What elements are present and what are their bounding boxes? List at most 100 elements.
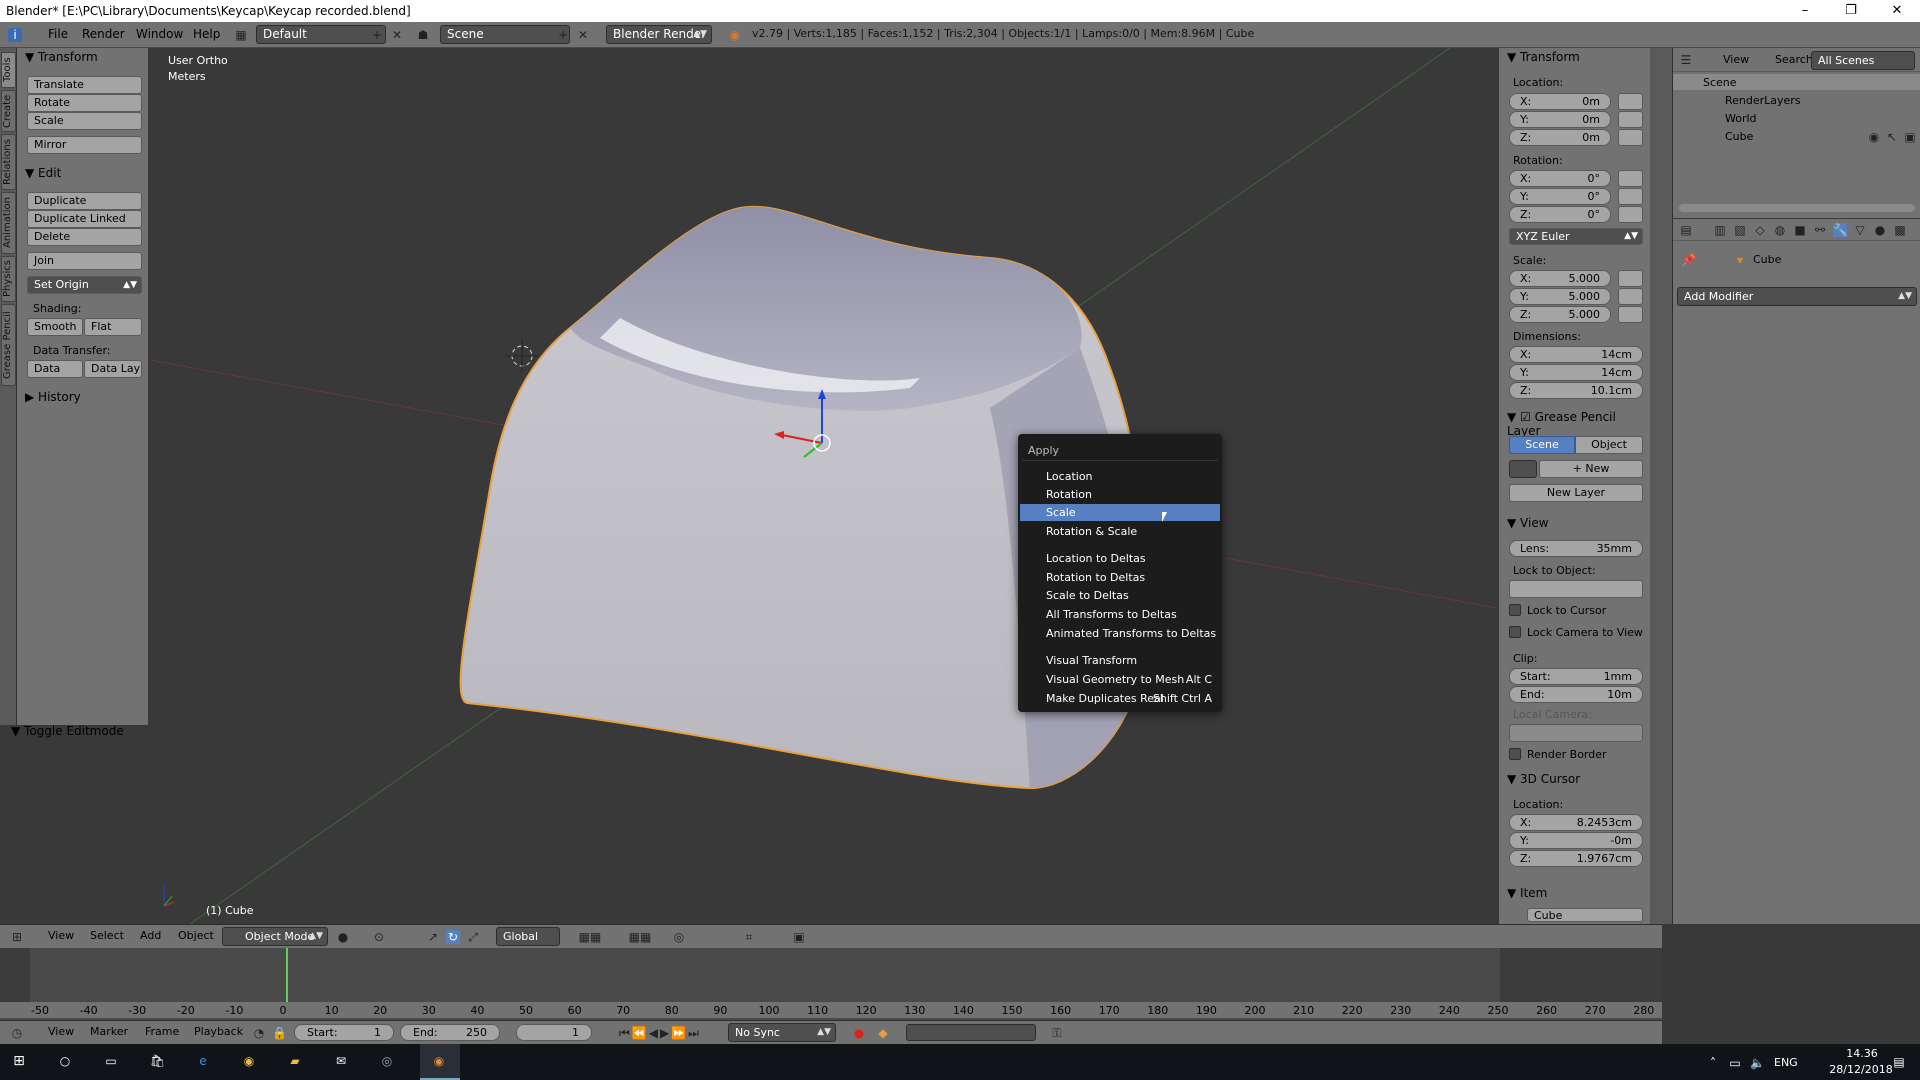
lock-scale-y-icon[interactable] (1618, 288, 1643, 305)
translate-manipulator-icon[interactable]: ↗ (426, 930, 440, 944)
dimensions-y-field[interactable]: Y: 14cm (1509, 364, 1643, 381)
scale-y-field[interactable]: Y: 5.000 (1509, 288, 1611, 305)
outliner-search-menu[interactable]: Search (1775, 53, 1813, 66)
edit-panel-header[interactable]: ▼ Edit (25, 166, 61, 180)
timeline[interactable]: -50 -40 -30 -20 -10 0 10 20 30 40 50 60 70 80 90 100 110… (0, 948, 1662, 1028)
snap-icon[interactable]: ⌗ (742, 930, 756, 944)
object-tab-icon[interactable]: ■ (1793, 223, 1807, 237)
view-menu[interactable]: View (48, 929, 74, 942)
cursor-y-field[interactable]: Y: -0m (1509, 832, 1643, 849)
mode-dropdown[interactable]: Object Mode ▲▼ (222, 927, 328, 946)
render-layers-tab-icon[interactable]: ▧ (1733, 223, 1747, 237)
flat-button[interactable]: Flat (84, 318, 142, 336)
3d-viewport[interactable]: User Ortho Meters (1) Cube (150, 48, 1497, 924)
tree-scene[interactable]: Scene (1703, 76, 1737, 89)
region-scrollbar[interactable] (1650, 48, 1672, 924)
scale-z-field[interactable]: Z: 5.000 (1509, 306, 1611, 323)
lock-location-y-icon[interactable] (1618, 111, 1643, 128)
translate-button[interactable]: Translate (27, 76, 142, 94)
lock-location-x-icon[interactable] (1618, 93, 1643, 110)
item-panel-header[interactable]: ▼ Item (1507, 886, 1547, 900)
render-border-checkbox[interactable] (1509, 748, 1521, 760)
history-panel-header[interactable]: ▶ History (25, 390, 81, 404)
minimize-button[interactable]: – (1782, 0, 1828, 22)
selectable-arrow-icon[interactable]: ↖ (1885, 130, 1899, 144)
rotation-x-field[interactable]: X: 0° (1509, 170, 1611, 187)
network-icon[interactable]: ▭ (1728, 1056, 1742, 1070)
record-icon[interactable]: ● (852, 1026, 866, 1040)
menu-item-visual-geometry-to-mesh[interactable]: Visual Geometry to Mesh (1046, 673, 1184, 686)
edge-icon[interactable]: e (196, 1054, 210, 1068)
timeline-view-menu[interactable]: View (48, 1025, 74, 1038)
keyframe-icon[interactable]: ◆ (876, 1026, 890, 1040)
join-button[interactable]: Join (27, 252, 142, 270)
steam-icon[interactable]: ◎ (380, 1054, 394, 1068)
current-frame-marker[interactable] (286, 948, 288, 1006)
chrome-icon[interactable]: ◉ (242, 1054, 256, 1068)
tab-physics[interactable]: Physics (1, 256, 16, 302)
lock-object-field[interactable] (1509, 580, 1643, 598)
pencil-datablock-icon[interactable] (1509, 460, 1537, 478)
info-editor-icon[interactable]: i (8, 28, 22, 42)
select-menu[interactable]: Select (90, 929, 124, 942)
layers-grid-2-icon[interactable]: ▦▦ (620, 930, 660, 944)
clip-end-field[interactable]: End: 10m (1509, 686, 1643, 703)
outliner-scrollbar[interactable] (1679, 204, 1915, 212)
world-tab-icon[interactable]: ◍ (1773, 223, 1787, 237)
location-z-field[interactable]: Z: 0m (1509, 129, 1611, 146)
menu-item-rotation-to-deltas[interactable]: Rotation to Deltas (1046, 571, 1145, 584)
file-explorer-icon[interactable]: ▰ (288, 1054, 302, 1068)
cursor-z-field[interactable]: Z: 1.9767cm (1509, 850, 1643, 867)
properties-editor-icon[interactable]: ▤ (1679, 223, 1693, 237)
pin-icon[interactable]: 📌 (1681, 253, 1696, 267)
data-tab-icon[interactable]: ▽ (1853, 223, 1867, 237)
notifications-icon[interactable]: ▤ (1892, 1055, 1906, 1069)
start-icon[interactable]: ⊞ (12, 1054, 26, 1068)
tab-relations[interactable]: Relations (1, 134, 16, 190)
location-x-field[interactable]: X: 0m (1509, 93, 1611, 110)
tab-animation[interactable]: Animation (1, 192, 16, 254)
render-preview-icon[interactable]: ▣ (792, 930, 806, 944)
lock-range-icon[interactable]: 🔒 (272, 1026, 287, 1040)
dimensions-z-field[interactable]: Z: 10.1cm (1509, 382, 1643, 399)
modifiers-tab-icon[interactable]: 🔧 (1833, 223, 1848, 237)
layout-icon[interactable]: ▦ (234, 28, 248, 42)
rotate-manipulator-icon[interactable]: ↻ (446, 930, 460, 944)
rotation-mode-dropdown[interactable]: XYZ Euler ▲▼ (1509, 228, 1643, 245)
keying-set-field[interactable] (906, 1024, 1036, 1041)
tree-cube[interactable]: Cube (1725, 130, 1753, 143)
menu-item-location-to-deltas[interactable]: Location to Deltas (1046, 552, 1146, 565)
outliner-editor-icon[interactable]: ☰ (1679, 53, 1693, 67)
rotate-button[interactable]: Rotate (27, 94, 142, 112)
playback-controls-icon[interactable]: ⏮⏪◀▶⏩⏭ (610, 1026, 710, 1040)
menu-item-animated-transforms-to-deltas[interactable]: Animated Transforms to Deltas (1046, 627, 1216, 640)
proportional-edit-icon[interactable]: ◎ (672, 930, 686, 944)
menu-item-scale[interactable]: Scale (1020, 504, 1220, 521)
add-modifier-dropdown[interactable]: Add Modifier ▲▼ (1677, 287, 1917, 306)
n-transform-header[interactable]: ▼ Transform (1507, 50, 1580, 64)
blender-icon[interactable]: ◉ (432, 1054, 446, 1068)
insert-keyframe-icon[interactable]: ⚿ (1050, 1026, 1064, 1040)
tab-tools[interactable]: Tools (1, 52, 16, 88)
menu-window[interactable]: Window (136, 27, 183, 41)
menu-help[interactable]: Help (193, 27, 220, 41)
mail-icon[interactable]: ✉ (334, 1054, 348, 1068)
viewport-scene[interactable] (150, 48, 1497, 924)
material-tab-icon[interactable]: ● (1873, 223, 1887, 237)
clock-date[interactable]: 28/12/2018 (1826, 1063, 1896, 1076)
set-origin-dropdown[interactable]: Set Origin ▲▼ (27, 276, 142, 294)
render-engine-dropdown[interactable]: Blender Render ▲▼ (606, 25, 712, 44)
search-icon[interactable]: ○ (58, 1054, 72, 1068)
item-name-field[interactable]: Cube (1527, 908, 1643, 922)
smooth-button[interactable]: Smooth (27, 318, 83, 336)
lens-field[interactable]: Lens: 35mm (1509, 540, 1643, 557)
mirror-button[interactable]: Mirror (27, 136, 142, 154)
lock-rotation-x-icon[interactable] (1618, 170, 1643, 187)
remove-layout-icon[interactable]: ✕ (390, 28, 404, 42)
viewport-shading-icon[interactable]: ● (336, 930, 350, 944)
render-tab-icon[interactable]: ▥ (1713, 223, 1727, 237)
tray-chevron-icon[interactable]: ˄ (1706, 1056, 1720, 1070)
timeline-marker-menu[interactable]: Marker (90, 1025, 128, 1038)
timeline-frame-menu[interactable]: Frame (145, 1025, 179, 1038)
scene-icon[interactable]: ☗ (416, 28, 430, 42)
